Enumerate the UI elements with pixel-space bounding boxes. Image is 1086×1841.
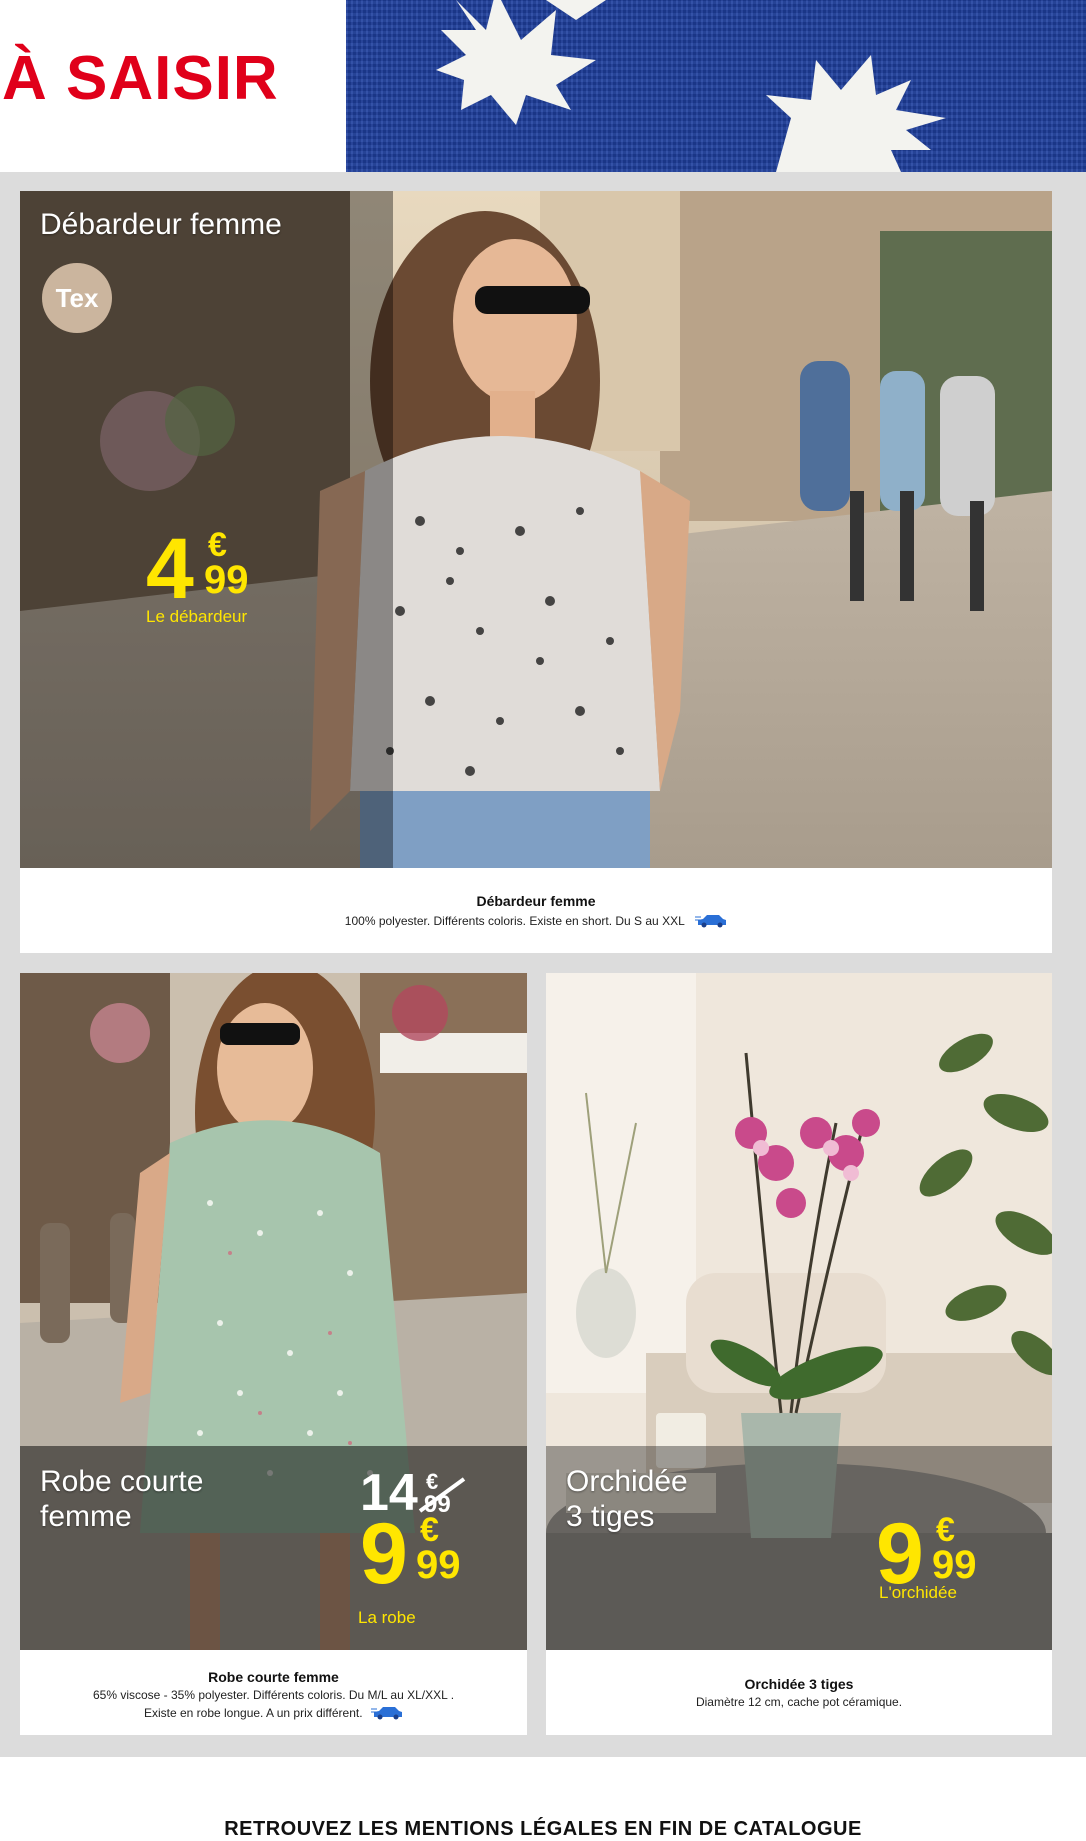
product-name: Orchidée 3 tiges <box>566 1465 688 1534</box>
description-title: Orchidée 3 tiges <box>744 1676 854 1692</box>
description-line1: 65% viscose - 35% polyester. Différents … <box>92 1688 455 1702</box>
description-row: 100% polyester. Différents coloris. Exis… <box>20 912 1052 930</box>
tex-badge: Tex <box>42 263 112 333</box>
strike-line <box>418 1477 466 1513</box>
header-banner-image <box>346 0 1086 172</box>
page-title: À SAISIR <box>2 44 279 113</box>
description-text: 100% polyester. Différents coloris. Exis… <box>344 914 685 928</box>
price-decimals: 99 <box>932 1543 977 1587</box>
product-name: Débardeur femme <box>40 208 282 241</box>
header: À SAISIR <box>0 0 1086 172</box>
price-currency: € <box>936 1511 955 1549</box>
product-name-line1: Orchidée <box>566 1465 688 1498</box>
price-tag: 9 € 99 <box>360 1511 520 1601</box>
product-name-line2: 3 tiges <box>566 1499 655 1533</box>
description-title: Robe courte femme <box>208 1669 339 1685</box>
description-line2: Existe en robe longue. A un prix différe… <box>143 1706 363 1720</box>
product-card-orchidee: Orchidée 3 tiges 9 € 99 L'orchidée Orchi… <box>546 973 1052 1735</box>
starburst-icon <box>436 0 946 172</box>
description-title: Débardeur femme <box>476 893 596 909</box>
price-unit: L'orchidée <box>879 1583 957 1602</box>
product-name-line2: femme <box>40 1499 132 1533</box>
price-unit: Le débardeur <box>146 607 248 626</box>
drive-car-icon <box>371 1706 403 1720</box>
price-currency: € <box>208 526 227 564</box>
product-card-robe: Robe courte femme 14 € 99 9 € 99 La robe… <box>20 973 527 1735</box>
product-card-debardeur: Débardeur femme Tex 4 € 99 Le débardeur … <box>20 191 1052 953</box>
drive-car-icon <box>695 914 727 928</box>
price-decimals: 99 <box>416 1543 461 1587</box>
price-integer: 9 <box>360 1506 408 1602</box>
legal-notice: RETROUVEZ LES MENTIONS LÉGALES EN FIN DE… <box>224 1818 862 1840</box>
product-name-line1: Robe courte <box>40 1465 204 1498</box>
tex-badge-label: Tex <box>55 282 99 313</box>
price-tag: 4 € 99 <box>146 526 306 616</box>
price-decimals: 99 <box>204 558 249 602</box>
price-currency: € <box>420 1511 439 1549</box>
price-unit: La robe <box>358 1608 416 1627</box>
product-name: Robe courte femme <box>40 1465 203 1534</box>
description-row: Existe en robe longue. A un prix différe… <box>20 1704 527 1722</box>
price-integer: 4 <box>146 521 194 617</box>
description-line1: Diamètre 12 cm, cache pot céramique. <box>695 1695 903 1709</box>
